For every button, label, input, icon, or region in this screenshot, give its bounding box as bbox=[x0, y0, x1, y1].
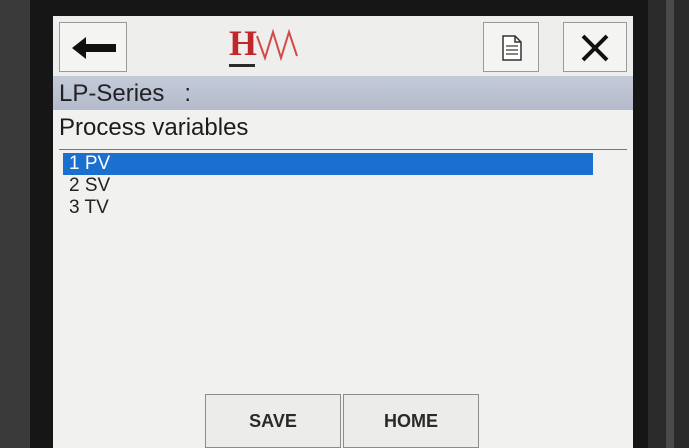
device-name-label: LP-Series : bbox=[59, 80, 192, 107]
back-button[interactable] bbox=[59, 22, 127, 72]
device-name-bar: LP-Series : bbox=[53, 76, 633, 110]
brand-logo: H bbox=[223, 22, 313, 67]
title-bar: H bbox=[53, 16, 633, 76]
device-bezel: H LP-Series: Process variables 1 PV 2 S… bbox=[0, 0, 689, 448]
bezel-left-edge bbox=[0, 0, 30, 448]
save-button[interactable]: SAVE bbox=[205, 394, 341, 448]
close-icon bbox=[581, 34, 609, 62]
list-item-sv[interactable]: 2 SV bbox=[63, 175, 593, 197]
list-item-pv[interactable]: 1 PV bbox=[63, 153, 593, 175]
document-button[interactable] bbox=[483, 22, 539, 72]
display-screen: H LP-Series: Process variables 1 PV 2 S… bbox=[53, 16, 633, 448]
logo-underline bbox=[229, 64, 255, 67]
home-button[interactable]: HOME bbox=[343, 394, 479, 448]
back-arrow-icon bbox=[72, 37, 116, 59]
document-icon bbox=[502, 35, 522, 61]
process-variable-list: 1 PV 2 SV 3 TV bbox=[63, 153, 593, 219]
softkey-bar: SAVE HOME bbox=[205, 394, 481, 448]
page-title: Process variables bbox=[59, 114, 249, 141]
title-divider bbox=[59, 149, 627, 150]
close-button[interactable] bbox=[563, 22, 627, 72]
waveform-logo-icon bbox=[256, 28, 298, 62]
logo-letter: H bbox=[229, 23, 258, 63]
bezel-right-highlight bbox=[666, 0, 674, 448]
list-item-tv[interactable]: 3 TV bbox=[63, 197, 593, 219]
